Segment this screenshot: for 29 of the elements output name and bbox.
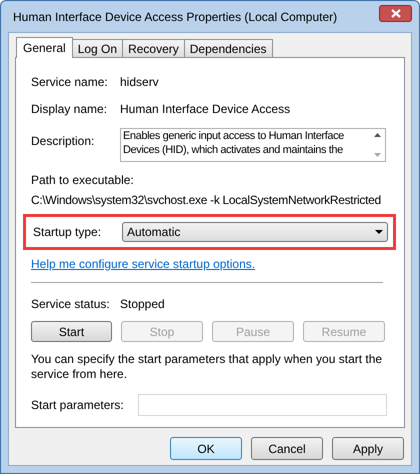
service-status-value: Stopped [120,296,165,313]
field-label: Start parameters: [31,397,125,414]
help-text: You can specify the start parameters that apply when you start the service from here. [31,352,384,382]
service-button[interactable]: Start [31,321,112,342]
dialog-button[interactable]: Apply [332,437,404,460]
field-label: Service name: [31,74,109,91]
field-value: Human Interface Device Access [120,101,290,118]
tab[interactable]: Recovery [122,39,185,57]
startup-type-dropdown[interactable]: Automatic [122,222,388,242]
description-text: Enables generic input access to Human Interface Devices (HID), which activates and maintains the [122,129,345,158]
dialog-button[interactable]: Cancel [251,437,323,460]
field-label: Path to executable: [31,172,135,189]
field-label: Display name: [31,101,108,118]
close-icon [390,9,400,18]
start-parameters-field[interactable] [138,394,387,416]
tab[interactable]: Log On [72,39,124,57]
tab[interactable]: Dependencies [184,39,272,57]
field-value: hidserv [120,74,159,91]
field-label: Startup type: [33,224,102,241]
tab[interactable]: General [16,37,73,58]
up-arrow-icon[interactable] [374,133,381,137]
dropdown-arrow-icon [375,230,383,234]
close-button[interactable] [379,5,412,22]
window-title: Human Interface Device Access Properties (Local Computer) [13,8,338,26]
help-link[interactable]: Help me configure service startup options. [31,255,256,273]
field-label: Description: [31,133,96,150]
path-text: C:\Windows\system32\svchost.exe -k LocalSystemNetworkRestricted [31,192,382,209]
dialog-button[interactable]: OK [170,437,242,460]
field-label: Service status: [31,296,111,313]
